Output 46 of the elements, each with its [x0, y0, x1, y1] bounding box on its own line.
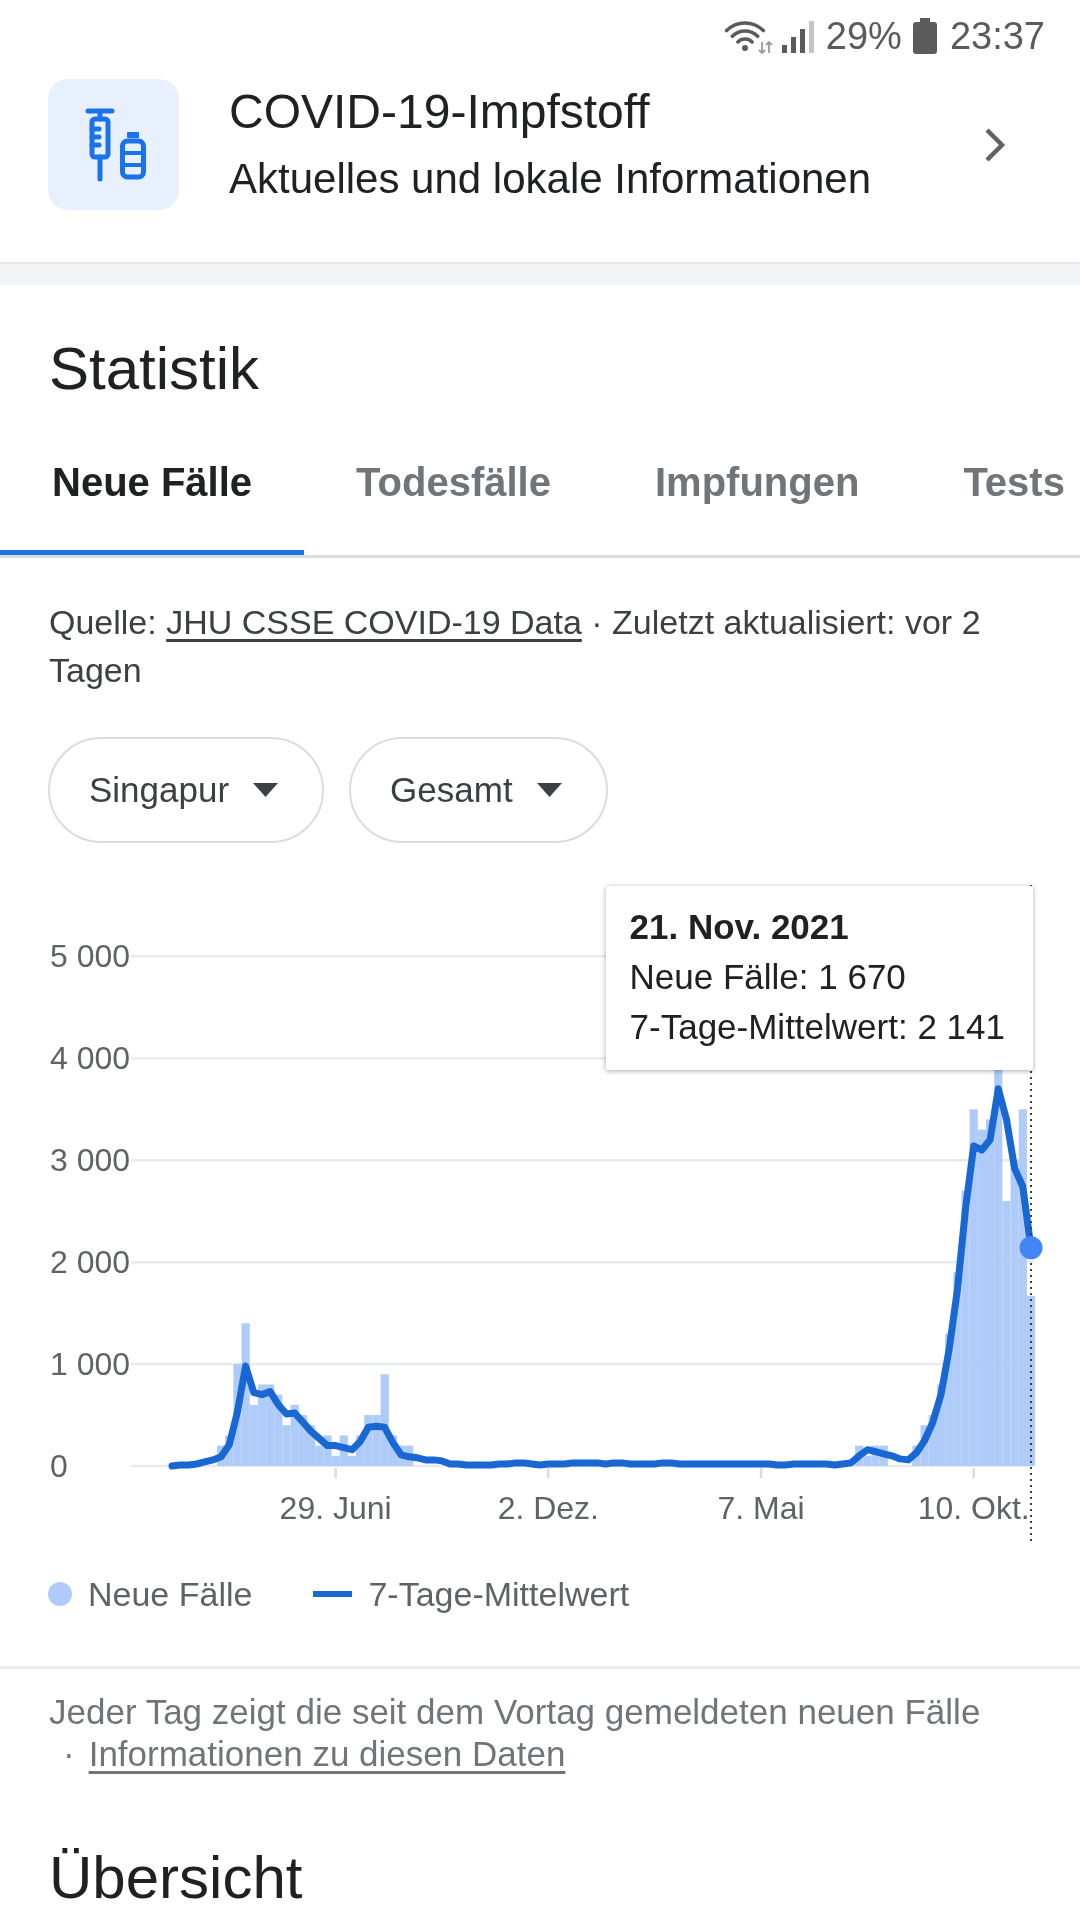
- tooltip-value: Neue Fälle: 1 670: [629, 956, 906, 998]
- clock-time: 23:37: [949, 14, 1045, 58]
- footnote-text: Jeder Tag zeigt die seit dem Vortag gemeldeten neuen Fälle · Informationen zu diesen Daten: [49, 1691, 982, 1775]
- dropdown-caret-icon: [536, 783, 562, 797]
- syringe-and-vial-icon: [48, 79, 179, 210]
- y-axis-label: 3 000: [50, 1142, 131, 1179]
- y-axis-label: 1 000: [50, 1346, 131, 1383]
- x-axis-label: 29. Juni: [279, 1490, 392, 1526]
- signal-icon: [779, 19, 816, 53]
- source-link[interactable]: JHU CSSE COVID-19 Data: [166, 603, 582, 641]
- data-point-marker: [1019, 1236, 1043, 1260]
- tab[interactable]: Todesfälle: [304, 405, 603, 555]
- tab[interactable]: Impfungen: [602, 405, 912, 555]
- x-axis-label: 2. Dez.: [497, 1490, 599, 1526]
- y-axis-label: 2 000: [50, 1244, 131, 1281]
- wifi-icon: [724, 18, 773, 54]
- tooltip-date: 21. Nov. 2021: [629, 906, 849, 948]
- new-cases-bar: [405, 1445, 414, 1466]
- card-subtitle: Aktuelles und lokale Informationen: [229, 154, 872, 204]
- dropdown-caret-icon: [253, 783, 279, 797]
- tab[interactable]: Tests: [911, 405, 1075, 555]
- section-heading: Statistik: [49, 334, 260, 404]
- x-axis-label: 10. Okt.: [917, 1490, 1030, 1526]
- card-title: COVID-19-Impfstoff: [229, 84, 650, 140]
- section-heading: Übersicht: [49, 1843, 303, 1913]
- legend-label: 7-Tage-Mittelwert: [368, 1574, 630, 1614]
- chevron-right-icon[interactable]: [983, 127, 1007, 163]
- tab[interactable]: Neue Fälle: [0, 405, 305, 555]
- source-note: Quelle: JHU CSSE COVID-19 Data · Zuletzt aktualisiert: vor 2 Tagen: [49, 602, 982, 691]
- new-cases-bar: [879, 1445, 888, 1466]
- x-tick-mark: [972, 1468, 975, 1478]
- x-axis-label: 7. Mai: [717, 1490, 805, 1526]
- battery-percentage: 29%: [825, 14, 902, 58]
- x-tick-mark: [547, 1468, 550, 1478]
- y-axis-label: 0: [50, 1448, 68, 1484]
- filter-dropdown[interactable]: Singapur: [48, 737, 325, 843]
- battery-icon: [911, 18, 938, 54]
- new-cases-bar: [298, 1415, 307, 1466]
- data-info-link[interactable]: Informationen zu diesen Daten: [88, 1734, 566, 1773]
- y-axis-label: 4 000: [50, 1040, 131, 1077]
- x-tick-mark: [759, 1468, 763, 1478]
- y-axis-label: 5 000: [50, 938, 131, 975]
- tooltip-value: 7-Tage-Mittelwert: 2 141: [629, 1006, 1005, 1048]
- x-tick-mark: [334, 1468, 337, 1478]
- legend-label: Neue Fälle: [88, 1574, 253, 1614]
- filter-dropdown[interactable]: Gesamt: [349, 737, 608, 843]
